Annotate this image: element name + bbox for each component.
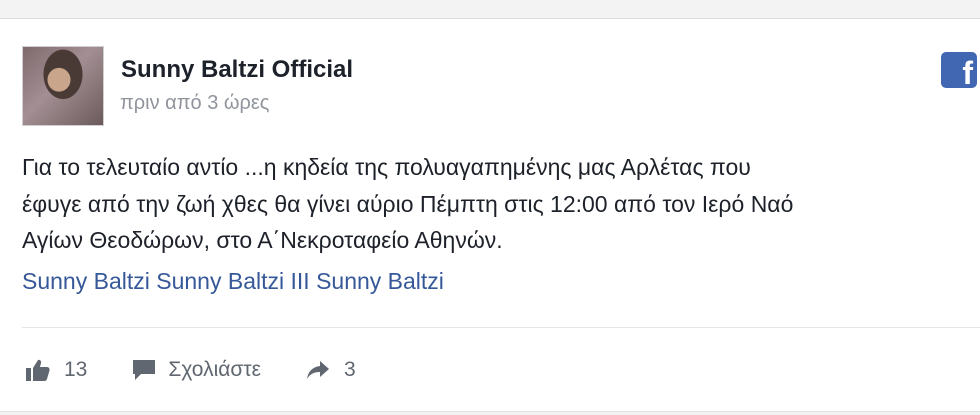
tagged-link[interactable]: Sunny Baltzi III [156,268,309,294]
share-count: 3 [344,358,356,381]
facebook-logo-icon[interactable]: f [941,52,977,88]
actions-divider [22,327,980,328]
post-links: Sunny Baltzi Sunny Baltzi III Sunny Balt… [22,268,444,295]
post-actions-bar: 13 Σχολιάστε 3 [26,354,356,386]
post-timestamp[interactable]: πριν από 3 ώρες [120,92,269,115]
comment-icon [132,359,156,381]
post-text: Για το τελευταίο αντίο ...η κηδεία της π… [22,149,980,259]
post-card: Sunny Baltzi Official πριν από 3 ώρες f … [0,18,980,412]
like-button[interactable]: 13 [26,358,87,382]
tagged-link[interactable]: Sunny Baltzi [316,268,444,294]
post-text-line: Για το τελευταίο αντίο ...η κηδεία της π… [22,154,751,180]
comment-button[interactable]: Σχολιάστε [132,358,261,382]
thumbs-up-icon [26,359,50,381]
page-name-link[interactable]: Sunny Baltzi Official [121,56,353,84]
comment-label: Σχολιάστε [168,358,262,381]
page-avatar[interactable] [22,46,104,126]
share-arrow-icon [306,360,330,380]
share-button[interactable]: 3 [306,358,356,382]
post-text-line: έφυγε από την ζωή χθες θα γίνει αύριο Πέ… [22,190,794,217]
tagged-link[interactable]: Sunny Baltzi [22,268,150,294]
like-count: 13 [64,358,88,381]
post-text-line: Αγίων Θεοδώρων, στο Α΄Νεκροταφείο Αθηνών… [22,227,503,253]
